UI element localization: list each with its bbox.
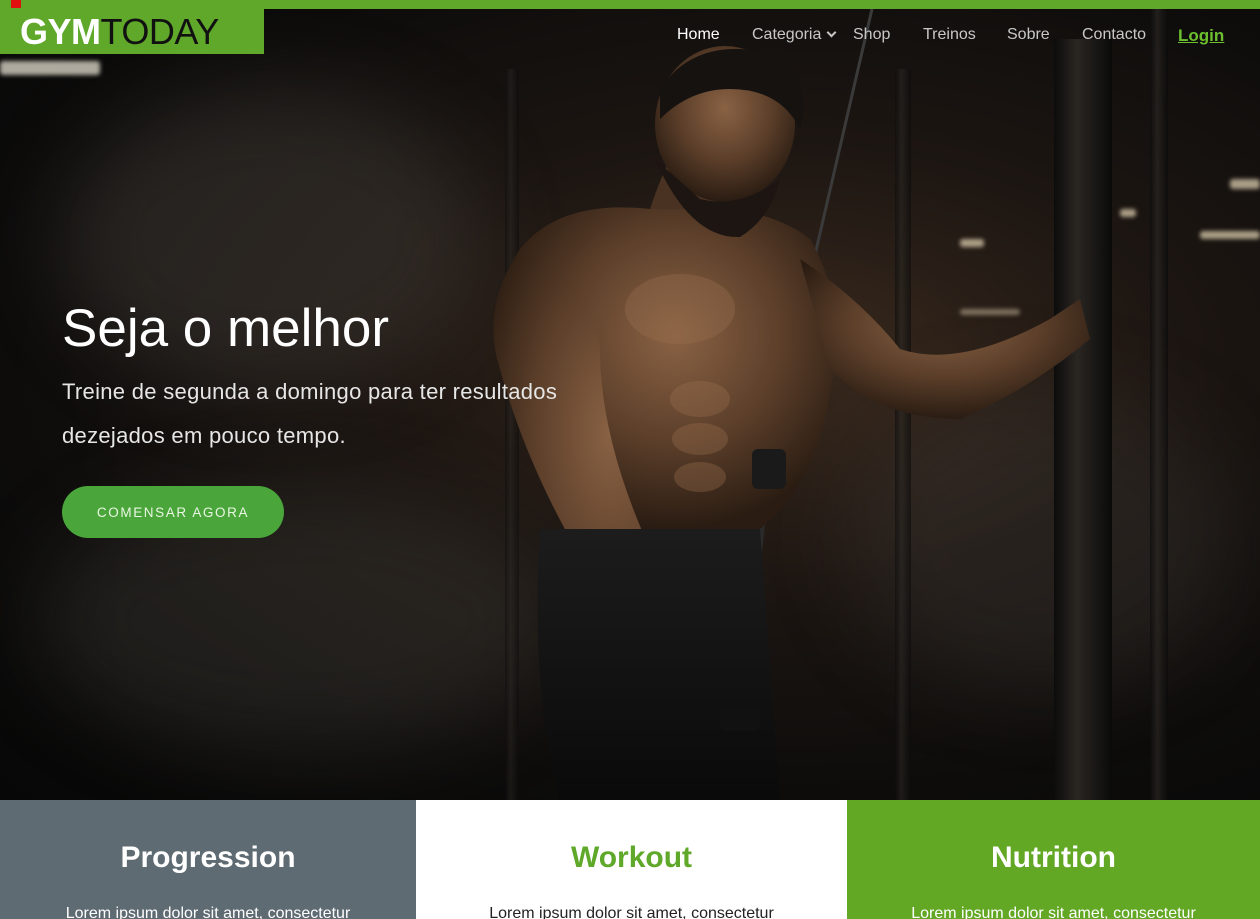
feature-title: Nutrition: [991, 841, 1116, 874]
corner-marker: [11, 0, 21, 8]
main-nav: Home Categoria Shop Treinos Sobre Contac…: [0, 22, 1260, 52]
login-link[interactable]: Login: [1178, 26, 1224, 46]
top-accent-bar: [0, 0, 1260, 9]
hero-subtitle: Treine de segunda a domingo para ter res…: [62, 379, 558, 448]
feature-card-nutrition: Nutrition Lorem ipsum dolor sit amet, co…: [847, 800, 1260, 919]
feature-title: Progression: [120, 841, 296, 874]
nav-item-home[interactable]: Home: [677, 26, 720, 44]
chevron-down-icon: [826, 27, 837, 38]
feature-title: Workout: [570, 841, 693, 874]
hero-title: Seja o melhor: [62, 299, 390, 358]
feature-text: Lorem ipsum dolor sit amet, consectetur: [65, 905, 351, 919]
nav-item-contacto[interactable]: Contacto: [1082, 26, 1146, 44]
nav-item-label: Categoria: [752, 26, 822, 43]
nav-item-shop[interactable]: Shop: [853, 26, 890, 44]
start-now-button[interactable]: COMENSAR AGORA: [62, 486, 284, 538]
feature-card-workout: Workout Lorem ipsum dolor sit amet, cons…: [416, 800, 847, 919]
nav-item-categoria[interactable]: Categoria: [752, 26, 837, 44]
feature-text: Lorem ipsum dolor sit amet, consectetur: [489, 905, 774, 919]
feature-text: Lorem ipsum dolor sit amet, consectetur: [911, 905, 1196, 919]
nav-item-treinos[interactable]: Treinos: [923, 26, 976, 44]
feature-card-progression: Progression Lorem ipsum dolor sit amet, …: [0, 800, 416, 919]
nav-item-sobre[interactable]: Sobre: [1007, 26, 1050, 44]
